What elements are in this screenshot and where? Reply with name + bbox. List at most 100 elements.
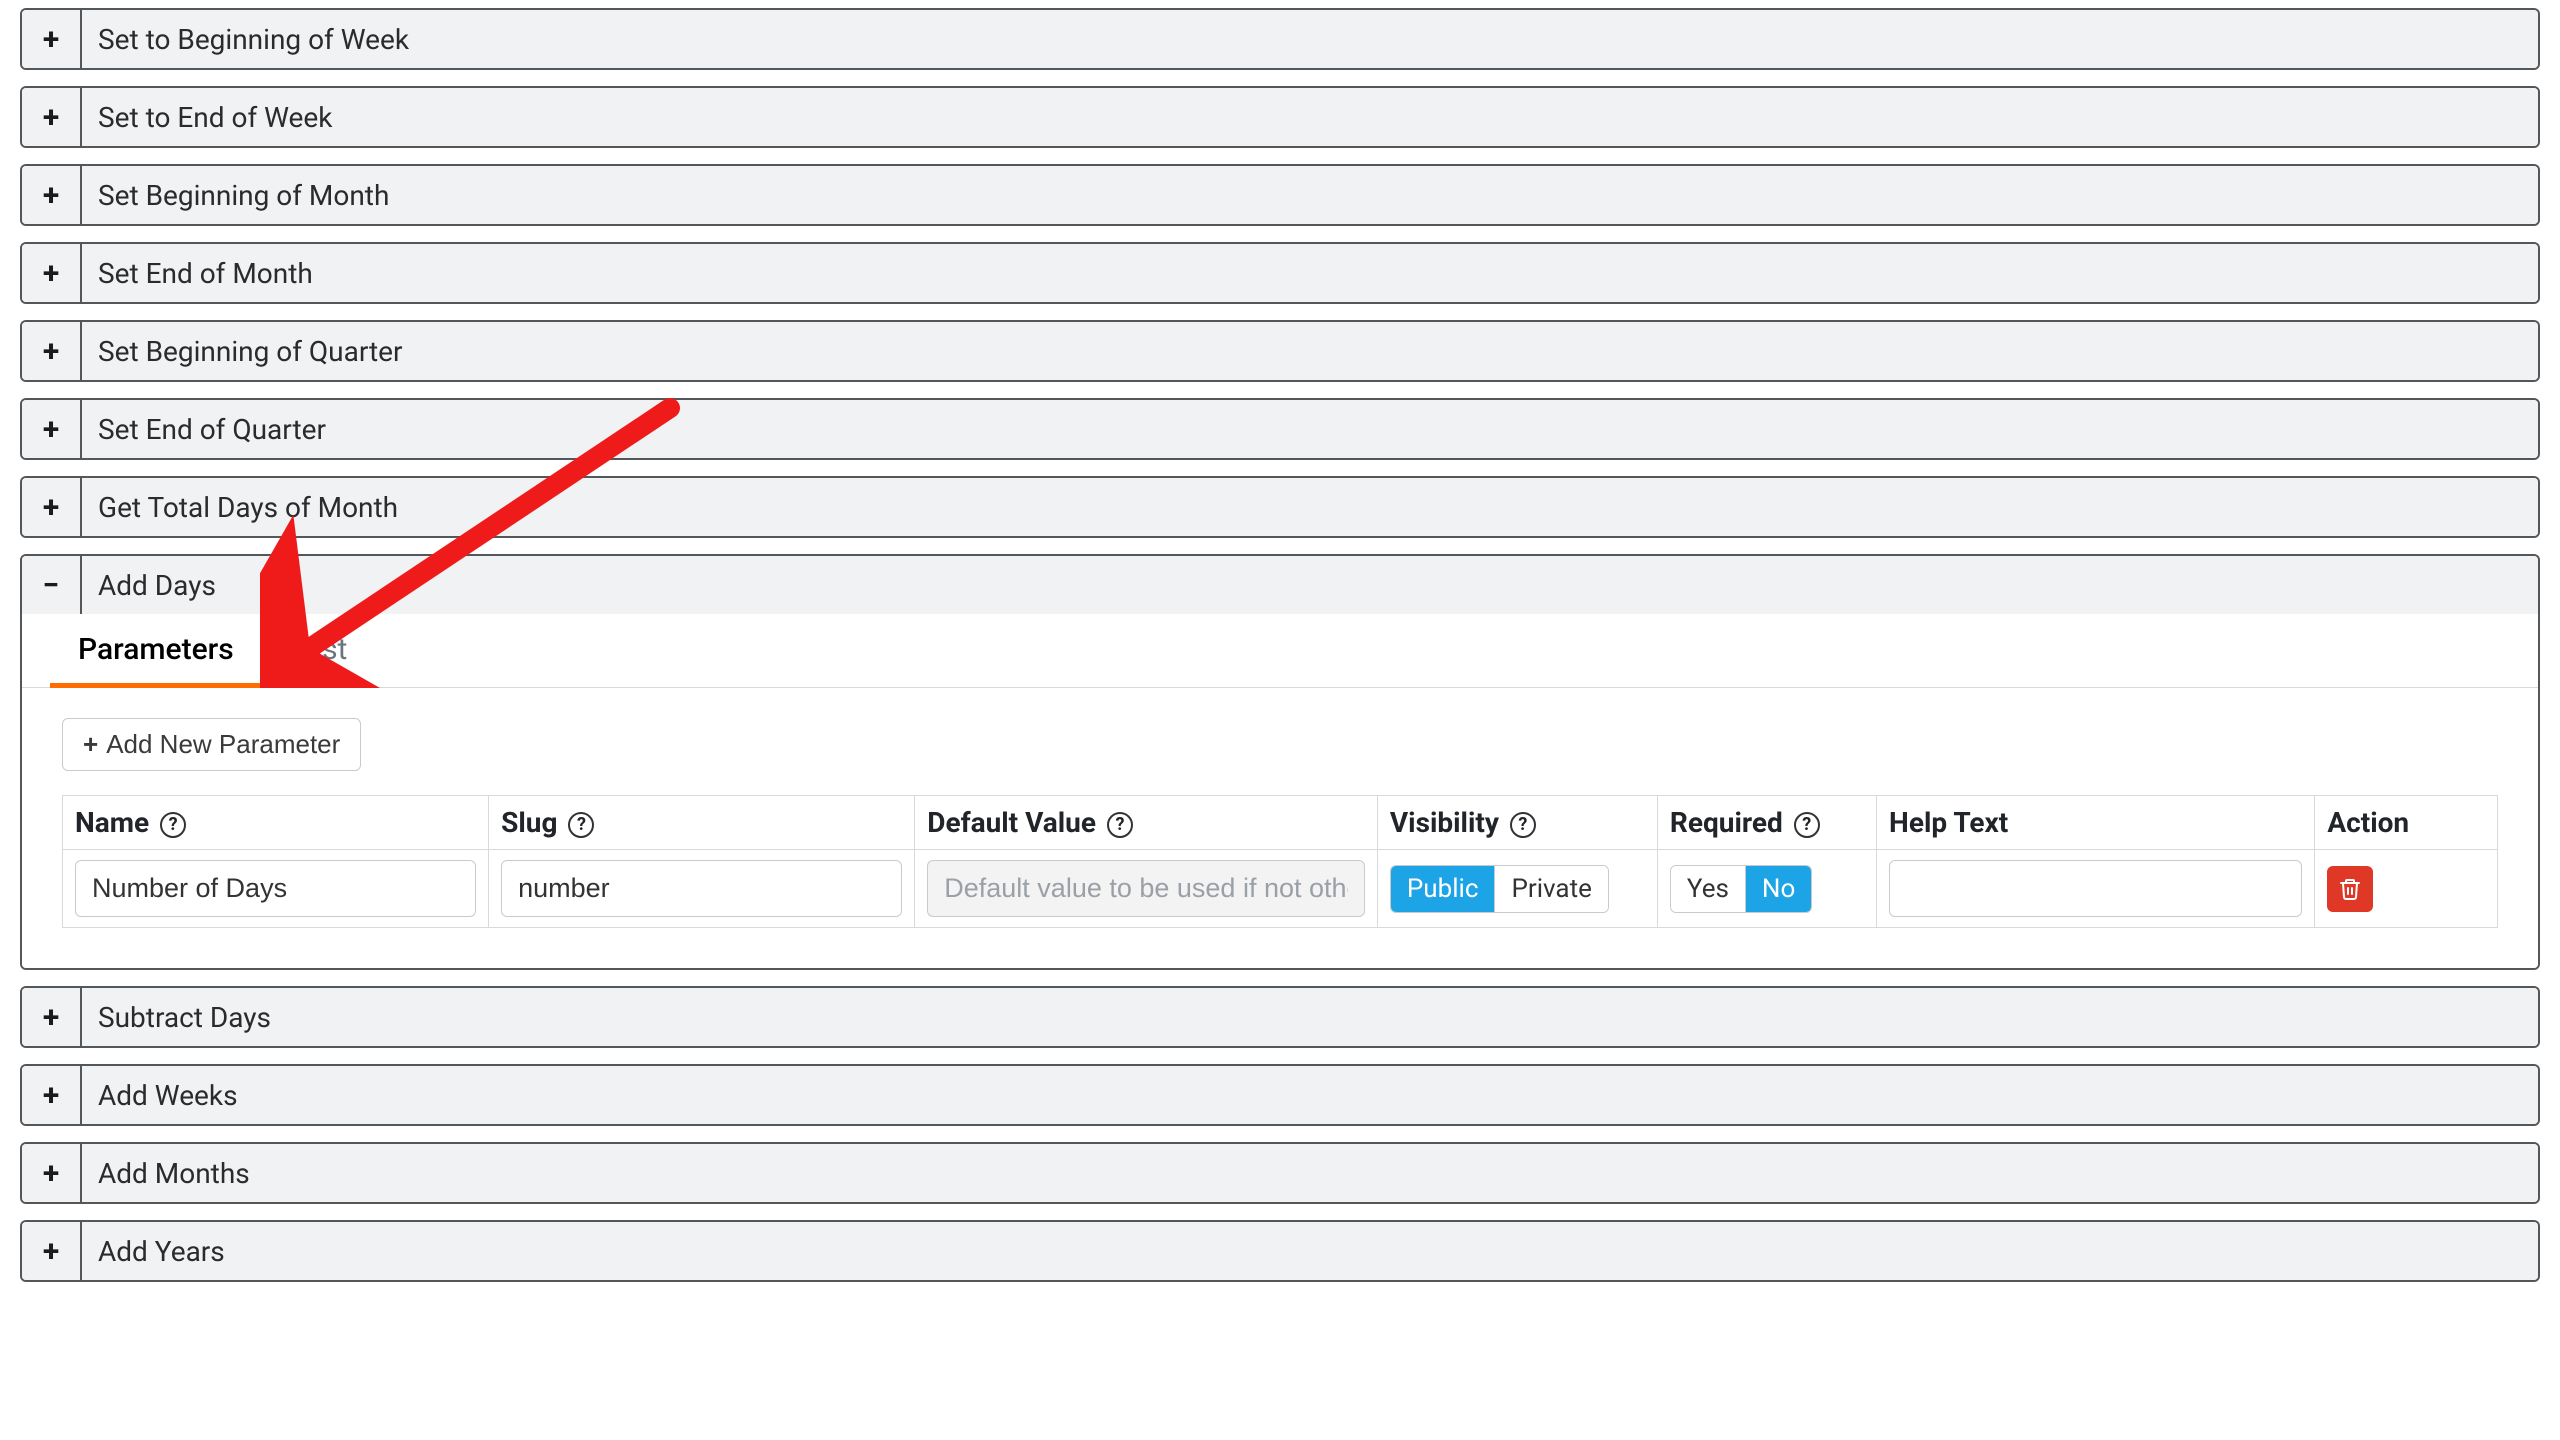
collapse-toggle[interactable]: −: [22, 556, 82, 614]
add-new-parameter-label: Add New Parameter: [106, 729, 340, 760]
accordion-header[interactable]: + Add Years: [22, 1222, 2538, 1280]
col-header-visibility: Visibility ?: [1377, 796, 1657, 850]
plus-icon: +: [43, 334, 59, 369]
col-header-default-value-label: Default Value: [927, 806, 1096, 839]
accordion-header[interactable]: + Set Beginning of Month: [22, 166, 2538, 224]
help-text-input[interactable]: [1889, 860, 2302, 917]
plus-icon: +: [43, 412, 59, 447]
accordion-item: + Subtract Days: [20, 986, 2540, 1048]
tab-test[interactable]: Test: [262, 614, 376, 688]
visibility-public[interactable]: Public: [1391, 866, 1495, 912]
col-header-slug: Slug ?: [489, 796, 915, 850]
required-yes[interactable]: Yes: [1671, 866, 1745, 912]
accordion-header[interactable]: − Add Days: [22, 556, 2538, 614]
help-icon[interactable]: ?: [1107, 812, 1133, 838]
help-icon[interactable]: ?: [568, 812, 594, 838]
col-header-action: Action: [2315, 796, 2498, 850]
plus-icon: +: [43, 256, 59, 291]
accordion-item: + Set Beginning of Month: [20, 164, 2540, 226]
accordion-item-add-days: − Add Days Parameters Test + Add New Par…: [20, 554, 2540, 970]
plus-icon: +: [43, 1078, 59, 1113]
accordion-header[interactable]: + Subtract Days: [22, 988, 2538, 1046]
trash-icon: [2338, 877, 2362, 901]
expand-toggle[interactable]: +: [22, 88, 82, 146]
plus-icon: +: [83, 729, 98, 760]
accordion-header[interactable]: + Add Weeks: [22, 1066, 2538, 1124]
accordion-item: + Set End of Month: [20, 242, 2540, 304]
plus-icon: +: [43, 1234, 59, 1269]
accordion-header[interactable]: + Set End of Quarter: [22, 400, 2538, 458]
accordion-title: Add Days: [82, 556, 2538, 614]
accordion-title: Subtract Days: [82, 988, 2538, 1046]
plus-icon: +: [43, 22, 59, 57]
accordion-item: + Add Months: [20, 1142, 2540, 1204]
default-value-input[interactable]: [927, 860, 1365, 917]
plus-icon: +: [43, 490, 59, 525]
col-header-action-label: Action: [2327, 806, 2409, 839]
accordion-item: + Set to End of Week: [20, 86, 2540, 148]
accordion-header[interactable]: + Set End of Month: [22, 244, 2538, 302]
accordion-title: Add Weeks: [82, 1066, 2538, 1124]
minus-icon: −: [43, 568, 60, 603]
accordion-item: + Set to Beginning of Week: [20, 8, 2540, 70]
accordion-item: + Add Years: [20, 1220, 2540, 1282]
col-header-name-label: Name: [75, 806, 149, 839]
expand-toggle[interactable]: +: [22, 988, 82, 1046]
accordion-item: + Add Weeks: [20, 1064, 2540, 1126]
accordion-title: Add Months: [82, 1144, 2538, 1202]
expand-toggle[interactable]: +: [22, 10, 82, 68]
col-header-help-text-label: Help Text: [1889, 806, 2008, 839]
add-new-parameter-button[interactable]: + Add New Parameter: [62, 718, 361, 771]
expand-toggle[interactable]: +: [22, 1144, 82, 1202]
accordion-item: + Set End of Quarter: [20, 398, 2540, 460]
expand-toggle[interactable]: +: [22, 322, 82, 380]
accordion-title: Set to Beginning of Week: [82, 10, 2538, 68]
accordion-title: Set End of Month: [82, 244, 2538, 302]
accordion-title: Set End of Quarter: [82, 400, 2538, 458]
name-input[interactable]: [75, 860, 476, 917]
accordion-header[interactable]: + Set to End of Week: [22, 88, 2538, 146]
accordion-title: Set Beginning of Quarter: [82, 322, 2538, 380]
accordion-item: + Get Total Days of Month: [20, 476, 2540, 538]
accordion-body: Parameters Test + Add New Parameter: [22, 614, 2538, 968]
parameters-table: Name ? Slug ? Default Value ?: [62, 795, 2498, 928]
tabs: Parameters Test: [22, 614, 2538, 688]
accordion-header[interactable]: + Get Total Days of Month: [22, 478, 2538, 536]
plus-icon: +: [43, 1000, 59, 1035]
delete-row-button[interactable]: [2327, 866, 2373, 912]
help-icon[interactable]: ?: [1510, 812, 1536, 838]
col-header-default-value: Default Value ?: [915, 796, 1378, 850]
table-row: Public Private Yes No: [63, 850, 2498, 928]
table-header-row: Name ? Slug ? Default Value ?: [63, 796, 2498, 850]
expand-toggle[interactable]: +: [22, 400, 82, 458]
required-toggle: Yes No: [1670, 865, 1812, 913]
visibility-toggle: Public Private: [1390, 865, 1609, 913]
col-header-help-text: Help Text: [1877, 796, 2315, 850]
col-header-slug-label: Slug: [501, 806, 557, 839]
plus-icon: +: [43, 178, 59, 213]
col-header-visibility-label: Visibility: [1390, 806, 1499, 839]
help-icon[interactable]: ?: [160, 812, 186, 838]
expand-toggle[interactable]: +: [22, 244, 82, 302]
accordion-title: Add Years: [82, 1222, 2538, 1280]
accordion-header[interactable]: + Set Beginning of Quarter: [22, 322, 2538, 380]
accordion-title: Set to End of Week: [82, 88, 2538, 146]
accordion-item: + Set Beginning of Quarter: [20, 320, 2540, 382]
required-no[interactable]: No: [1745, 866, 1811, 912]
help-icon[interactable]: ?: [1794, 812, 1820, 838]
accordion-title: Set Beginning of Month: [82, 166, 2538, 224]
accordion-header[interactable]: + Add Months: [22, 1144, 2538, 1202]
col-header-required-label: Required: [1670, 806, 1783, 839]
expand-toggle[interactable]: +: [22, 478, 82, 536]
plus-icon: +: [43, 100, 59, 135]
slug-input[interactable]: [501, 860, 902, 917]
accordion-title: Get Total Days of Month: [82, 478, 2538, 536]
plus-icon: +: [43, 1156, 59, 1191]
expand-toggle[interactable]: +: [22, 166, 82, 224]
visibility-private[interactable]: Private: [1494, 866, 1607, 912]
accordion-header[interactable]: + Set to Beginning of Week: [22, 10, 2538, 68]
col-header-required: Required ?: [1657, 796, 1876, 850]
tab-parameters[interactable]: Parameters: [50, 614, 262, 688]
expand-toggle[interactable]: +: [22, 1066, 82, 1124]
expand-toggle[interactable]: +: [22, 1222, 82, 1280]
